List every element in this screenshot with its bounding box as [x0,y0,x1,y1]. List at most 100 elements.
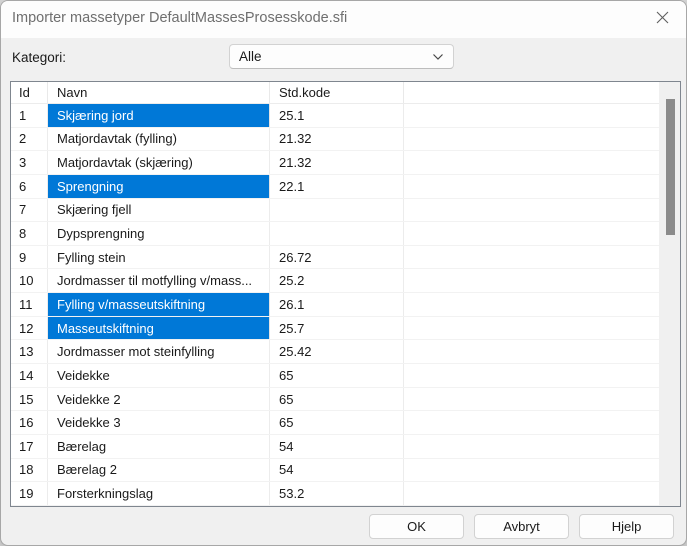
cell-code[interactable]: 25.2 [270,269,404,293]
cell-code[interactable]: 65 [270,411,404,434]
cell-empty[interactable] [404,245,680,269]
table-row[interactable]: 18 Bærelag 2 54 [11,458,680,483]
cell-id[interactable]: 7 [11,198,48,222]
cell-name[interactable]: Matjordavtak (skjæring) [48,151,270,174]
cell-name[interactable]: Veidekke 2 [48,387,270,411]
cell-empty[interactable] [404,458,680,482]
table-row[interactable]: 16 Veidekke 3 65 [11,411,680,435]
cell-empty[interactable] [404,269,680,293]
table-row[interactable]: 19 Forsterkningslag 53.2 [11,482,680,506]
cell-id[interactable]: 9 [11,245,48,269]
table-row[interactable]: 10 Jordmasser til motfylling v/mass... 2… [11,269,680,294]
cell-name[interactable]: Skjæring fjell [48,198,270,222]
table-row[interactable]: 6 Sprengning 22.1 [11,174,680,199]
cell-name[interactable]: Dypsprengning [48,222,270,245]
cell-code[interactable]: 25.42 [270,340,404,364]
cell-code[interactable]: 54 [270,434,404,458]
scrollbar-thumb[interactable] [666,99,675,235]
column-header-id[interactable]: Id [11,82,48,103]
cell-name[interactable]: Veidekke [48,364,270,387]
table-row[interactable]: 1 Skjæring jord 25.1 [11,104,680,128]
cell-id[interactable]: 12 [11,316,48,340]
category-dropdown[interactable]: Alle [229,44,454,69]
cell-id[interactable]: 11 [11,293,48,316]
cell-name[interactable]: Fylling stein [48,245,270,269]
cell-code[interactable] [270,222,404,245]
cell-id[interactable]: 10 [11,269,48,293]
cell-code[interactable]: 21.32 [270,127,404,151]
cell-name[interactable]: Matjordavtak (fylling) [48,127,270,151]
cell-empty[interactable] [404,434,680,458]
cell-id[interactable]: 13 [11,340,48,364]
cell-name[interactable]: Masseutskiftning [48,316,270,340]
cell-code[interactable]: 54 [270,458,404,482]
cell-name[interactable]: Bærelag 2 [48,458,270,482]
close-icon [655,10,670,28]
cell-name[interactable]: Jordmasser til motfylling v/mass... [48,269,270,293]
help-button[interactable]: Hjelp [579,514,674,539]
cell-empty[interactable] [404,482,680,505]
cell-id[interactable]: 3 [11,151,48,174]
cell-id[interactable]: 15 [11,387,48,411]
cell-name[interactable]: Jordmasser mot steinfylling [48,340,270,364]
table-body: 1 Skjæring jord 25.1 2 Matjordavtak (fyl… [11,104,680,506]
table-row[interactable]: 14 Veidekke 65 [11,364,680,388]
table-row[interactable]: 13 Jordmasser mot steinfylling 25.42 [11,340,680,365]
cell-id[interactable]: 17 [11,434,48,458]
cell-empty[interactable] [404,222,680,245]
cell-id[interactable]: 1 [11,104,48,127]
cell-empty[interactable] [404,198,680,222]
cell-name[interactable]: Sprengning [48,174,270,198]
mass-types-table: Id Navn Std.kode 1 Skjæring jord 25.1 2 … [10,81,681,507]
table-row[interactable]: 12 Masseutskiftning 25.7 [11,316,680,341]
ok-button[interactable]: OK [369,514,464,539]
table-row[interactable]: 17 Bærelag 54 [11,434,680,459]
table-row[interactable]: 15 Veidekke 2 65 [11,387,680,412]
cell-id[interactable]: 14 [11,364,48,387]
cell-code[interactable]: 25.7 [270,316,404,340]
category-label: Kategori: [12,50,67,65]
column-header-navn[interactable]: Navn [48,82,270,103]
cell-empty[interactable] [404,411,680,434]
import-mass-types-dialog: Importer massetyper DefaultMassesProsess… [0,0,687,546]
column-header-stdkode[interactable]: Std.kode [270,82,404,103]
close-button[interactable] [645,5,679,33]
cell-empty[interactable] [404,387,680,411]
table-row[interactable]: 11 Fylling v/masseutskiftning 26.1 [11,293,680,317]
cell-empty[interactable] [404,104,680,127]
cell-id[interactable]: 16 [11,411,48,434]
table-row[interactable]: 3 Matjordavtak (skjæring) 21.32 [11,151,680,175]
cell-code[interactable]: 21.32 [270,151,404,174]
cell-empty[interactable] [404,151,680,174]
cell-id[interactable]: 18 [11,458,48,482]
cell-name[interactable]: Bærelag [48,434,270,458]
table-row[interactable]: 7 Skjæring fjell [11,198,680,223]
cell-code[interactable]: 25.1 [270,104,404,127]
cell-name[interactable]: Forsterkningslag [48,482,270,505]
cell-id[interactable]: 2 [11,127,48,151]
cell-empty[interactable] [404,340,680,364]
cell-code[interactable]: 65 [270,364,404,387]
cell-empty[interactable] [404,174,680,198]
cell-id[interactable]: 6 [11,174,48,198]
cell-empty[interactable] [404,316,680,340]
table-row[interactable]: 9 Fylling stein 26.72 [11,245,680,270]
table-row[interactable]: 8 Dypsprengning [11,222,680,246]
cell-empty[interactable] [404,364,680,387]
cell-name[interactable]: Skjæring jord [48,104,270,127]
cell-code[interactable]: 65 [270,387,404,411]
cell-name[interactable]: Fylling v/masseutskiftning [48,293,270,316]
table-row[interactable]: 2 Matjordavtak (fylling) 21.32 [11,127,680,152]
cell-code[interactable] [270,198,404,222]
cell-id[interactable]: 8 [11,222,48,245]
cell-empty[interactable] [404,293,680,316]
vertical-scrollbar[interactable] [659,82,680,506]
cancel-button[interactable]: Avbryt [474,514,569,539]
cell-code[interactable]: 26.72 [270,245,404,269]
cell-name[interactable]: Veidekke 3 [48,411,270,434]
cell-code[interactable]: 53.2 [270,482,404,505]
cell-code[interactable]: 26.1 [270,293,404,316]
cell-code[interactable]: 22.1 [270,174,404,198]
cell-id[interactable]: 19 [11,482,48,505]
cell-empty[interactable] [404,127,680,151]
